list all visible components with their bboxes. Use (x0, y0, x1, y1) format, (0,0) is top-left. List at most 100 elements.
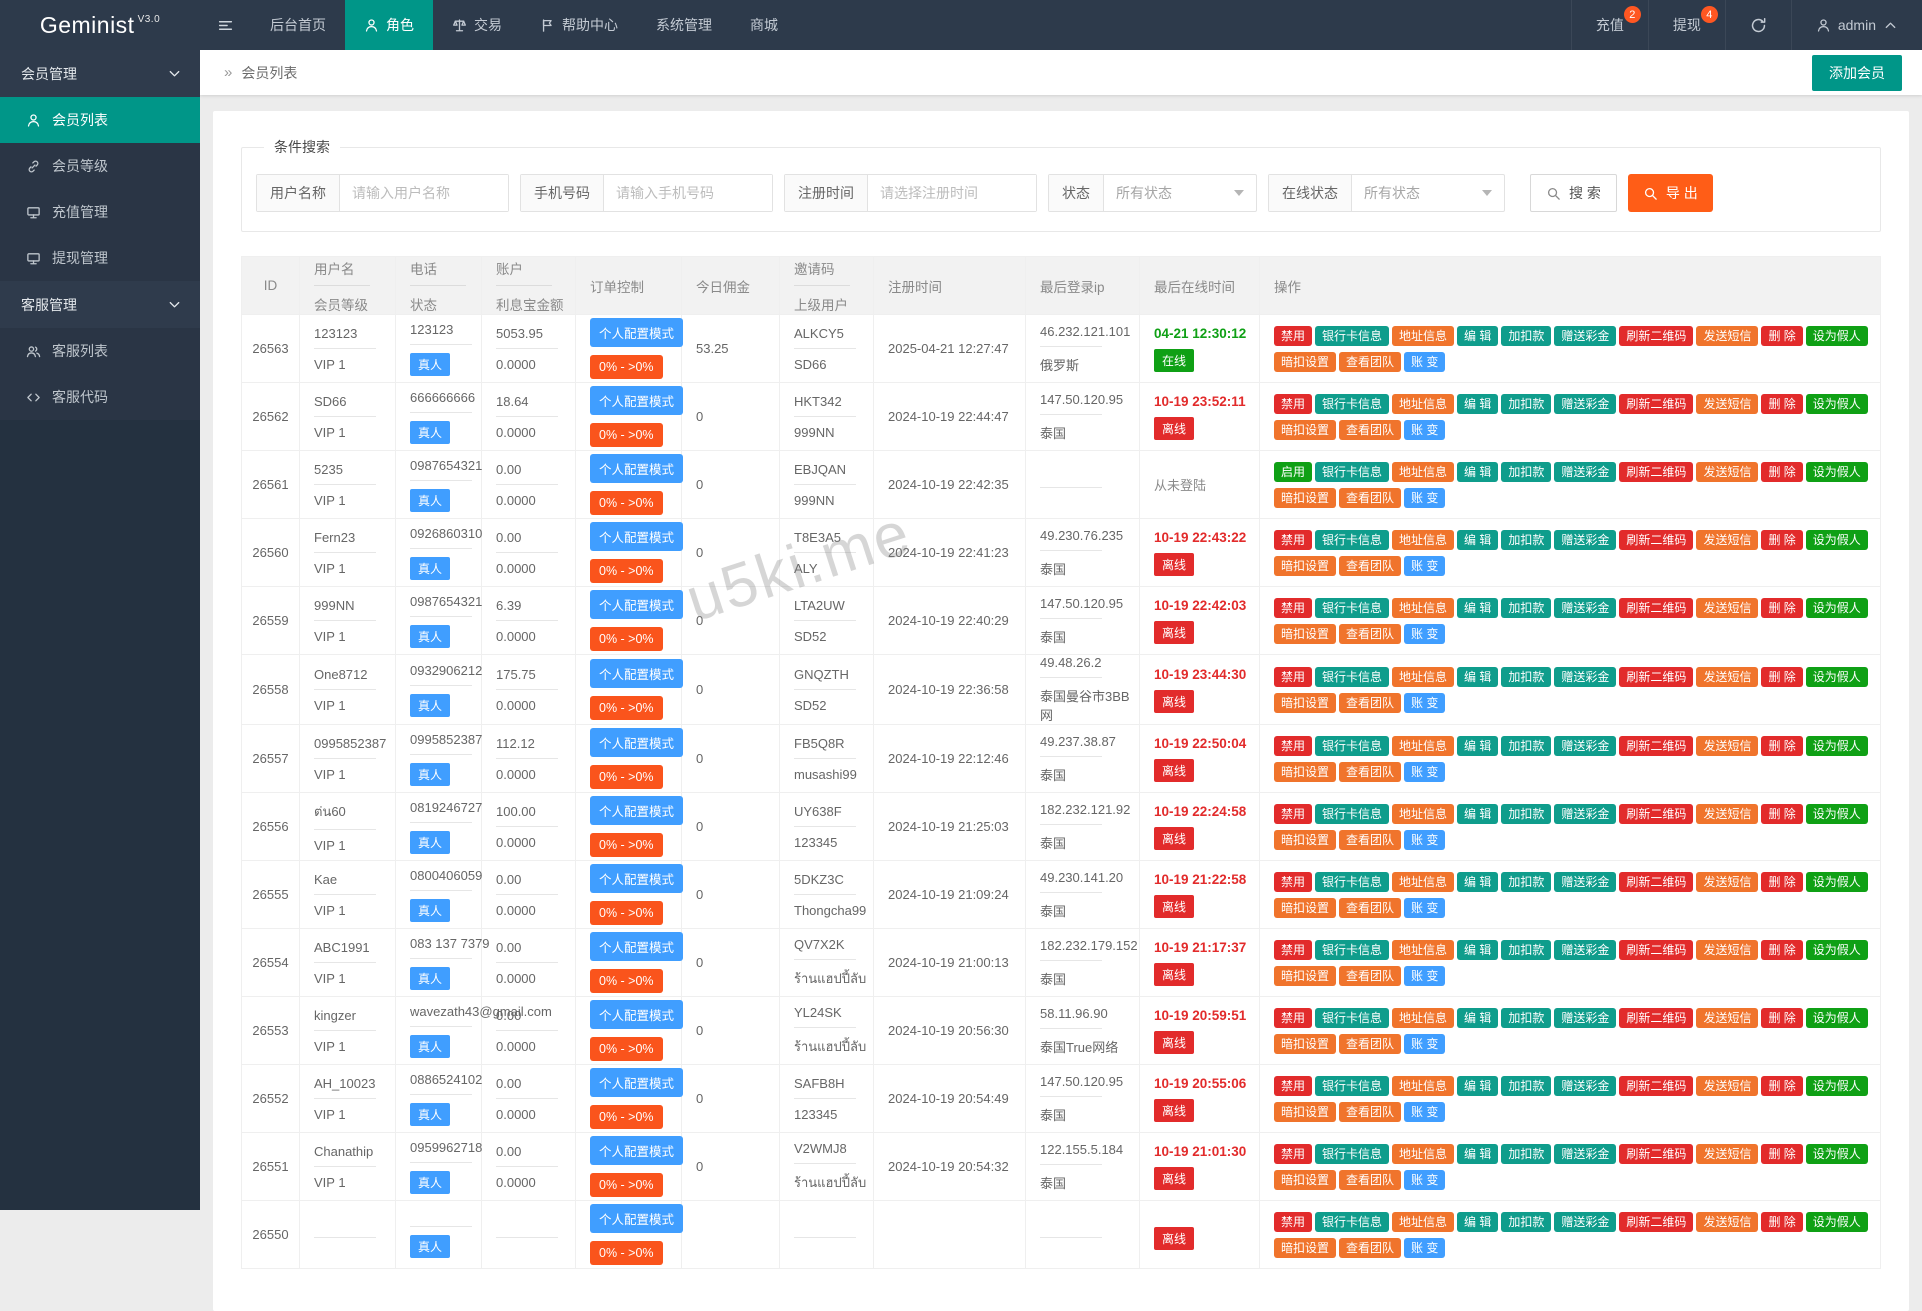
action-disable-button[interactable]: 禁用 (1274, 1212, 1312, 1232)
action-bank-card-info-button[interactable]: 银行卡信息 (1315, 804, 1389, 824)
phone-input[interactable] (604, 175, 772, 211)
action-refresh-qrcode-button[interactable]: 刷新二维码 (1619, 1076, 1693, 1096)
nav-item-system[interactable]: 系统管理 (637, 0, 731, 50)
action-disable-button[interactable]: 禁用 (1274, 940, 1312, 960)
action-delete-button[interactable]: 删 除 (1761, 598, 1802, 618)
action-edit-button[interactable]: 编 辑 (1457, 1008, 1498, 1028)
action-address-info-button[interactable]: 地址信息 (1392, 940, 1454, 960)
personal-config-mode-button[interactable]: 个人配置模式 (590, 1068, 683, 1097)
action-add-deduct-button[interactable]: 加扣款 (1501, 872, 1551, 892)
action-address-info-button[interactable]: 地址信息 (1392, 1008, 1454, 1028)
action-enable-button[interactable]: 启用 (1274, 462, 1312, 482)
percent-range-button[interactable]: 0% - >0% (590, 423, 663, 447)
action-account-change-button[interactable]: 账 变 (1404, 693, 1445, 713)
action-refresh-qrcode-button[interactable]: 刷新二维码 (1619, 667, 1693, 687)
action-send-sms-button[interactable]: 发送短信 (1696, 1008, 1758, 1028)
sidebar-item-member-level[interactable]: 会员等级 (0, 143, 200, 189)
action-delete-button[interactable]: 删 除 (1761, 326, 1802, 346)
action-account-change-button[interactable]: 账 变 (1404, 1034, 1445, 1054)
action-delete-button[interactable]: 删 除 (1761, 530, 1802, 550)
action-add-deduct-button[interactable]: 加扣款 (1501, 530, 1551, 550)
sidebar-item-withdraw-management[interactable]: 提现管理 (0, 235, 200, 281)
action-bank-card-info-button[interactable]: 银行卡信息 (1315, 667, 1389, 687)
action-send-sms-button[interactable]: 发送短信 (1696, 940, 1758, 960)
action-account-change-button[interactable]: 账 变 (1404, 1238, 1445, 1258)
personal-config-mode-button[interactable]: 个人配置模式 (590, 659, 683, 688)
percent-range-button[interactable]: 0% - >0% (590, 1105, 663, 1129)
action-view-team-button[interactable]: 查看团队 (1339, 1170, 1401, 1190)
action-gift-bonus-button[interactable]: 赠送彩金 (1554, 326, 1616, 346)
withdraw-notify-button[interactable]: 提现 4 (1648, 0, 1725, 50)
action-edit-button[interactable]: 编 辑 (1457, 462, 1498, 482)
personal-config-mode-button[interactable]: 个人配置模式 (590, 728, 683, 757)
action-delete-button[interactable]: 删 除 (1761, 940, 1802, 960)
action-view-team-button[interactable]: 查看团队 (1339, 1102, 1401, 1122)
action-address-info-button[interactable]: 地址信息 (1392, 326, 1454, 346)
sidebar-group-member-management[interactable]: 会员管理 (0, 50, 200, 97)
action-add-deduct-button[interactable]: 加扣款 (1501, 1008, 1551, 1028)
action-hidden-deduct-settings-button[interactable]: 暗扣设置 (1274, 830, 1336, 850)
action-refresh-qrcode-button[interactable]: 刷新二维码 (1619, 804, 1693, 824)
personal-config-mode-button[interactable]: 个人配置模式 (590, 522, 683, 551)
percent-range-button[interactable]: 0% - >0% (590, 627, 663, 651)
search-button[interactable]: 搜 索 (1530, 174, 1617, 212)
action-view-team-button[interactable]: 查看团队 (1339, 420, 1401, 440)
refresh-button[interactable] (1725, 0, 1791, 50)
action-refresh-qrcode-button[interactable]: 刷新二维码 (1619, 530, 1693, 550)
action-address-info-button[interactable]: 地址信息 (1392, 1212, 1454, 1232)
action-add-deduct-button[interactable]: 加扣款 (1501, 598, 1551, 618)
personal-config-mode-button[interactable]: 个人配置模式 (590, 454, 683, 483)
percent-range-button[interactable]: 0% - >0% (590, 491, 663, 515)
action-add-deduct-button[interactable]: 加扣款 (1501, 1212, 1551, 1232)
action-set-fake-button[interactable]: 设为假人 (1806, 872, 1868, 892)
action-send-sms-button[interactable]: 发送短信 (1696, 1076, 1758, 1096)
action-bank-card-info-button[interactable]: 银行卡信息 (1315, 394, 1389, 414)
action-set-fake-button[interactable]: 设为假人 (1806, 940, 1868, 960)
nav-item-help-center[interactable]: 帮助中心 (521, 0, 637, 50)
personal-config-mode-button[interactable]: 个人配置模式 (590, 1204, 683, 1233)
action-account-change-button[interactable]: 账 变 (1404, 898, 1445, 918)
action-gift-bonus-button[interactable]: 赠送彩金 (1554, 462, 1616, 482)
action-send-sms-button[interactable]: 发送短信 (1696, 1144, 1758, 1164)
action-refresh-qrcode-button[interactable]: 刷新二维码 (1619, 326, 1693, 346)
percent-range-button[interactable]: 0% - >0% (590, 355, 663, 379)
action-delete-button[interactable]: 删 除 (1761, 667, 1802, 687)
action-hidden-deduct-settings-button[interactable]: 暗扣设置 (1274, 966, 1336, 986)
action-edit-button[interactable]: 编 辑 (1457, 1144, 1498, 1164)
action-edit-button[interactable]: 编 辑 (1457, 872, 1498, 892)
action-view-team-button[interactable]: 查看团队 (1339, 693, 1401, 713)
action-address-info-button[interactable]: 地址信息 (1392, 394, 1454, 414)
action-disable-button[interactable]: 禁用 (1274, 598, 1312, 618)
action-view-team-button[interactable]: 查看团队 (1339, 1034, 1401, 1054)
sidebar-collapse-button[interactable] (200, 0, 251, 50)
action-add-deduct-button[interactable]: 加扣款 (1501, 1144, 1551, 1164)
action-account-change-button[interactable]: 账 变 (1404, 624, 1445, 644)
action-set-fake-button[interactable]: 设为假人 (1806, 598, 1868, 618)
action-add-deduct-button[interactable]: 加扣款 (1501, 940, 1551, 960)
action-gift-bonus-button[interactable]: 赠送彩金 (1554, 1144, 1616, 1164)
action-add-deduct-button[interactable]: 加扣款 (1501, 736, 1551, 756)
action-send-sms-button[interactable]: 发送短信 (1696, 530, 1758, 550)
action-gift-bonus-button[interactable]: 赠送彩金 (1554, 598, 1616, 618)
action-view-team-button[interactable]: 查看团队 (1339, 624, 1401, 644)
username-input[interactable] (340, 175, 508, 211)
action-account-change-button[interactable]: 账 变 (1404, 1170, 1445, 1190)
action-address-info-button[interactable]: 地址信息 (1392, 462, 1454, 482)
reg-time-input[interactable] (868, 175, 1036, 211)
action-send-sms-button[interactable]: 发送短信 (1696, 1212, 1758, 1232)
action-disable-button[interactable]: 禁用 (1274, 736, 1312, 756)
action-delete-button[interactable]: 删 除 (1761, 1076, 1802, 1096)
action-account-change-button[interactable]: 账 变 (1404, 762, 1445, 782)
action-gift-bonus-button[interactable]: 赠送彩金 (1554, 394, 1616, 414)
action-refresh-qrcode-button[interactable]: 刷新二维码 (1619, 1008, 1693, 1028)
action-address-info-button[interactable]: 地址信息 (1392, 804, 1454, 824)
action-edit-button[interactable]: 编 辑 (1457, 667, 1498, 687)
action-gift-bonus-button[interactable]: 赠送彩金 (1554, 736, 1616, 756)
action-view-team-button[interactable]: 查看团队 (1339, 966, 1401, 986)
action-refresh-qrcode-button[interactable]: 刷新二维码 (1619, 872, 1693, 892)
action-set-fake-button[interactable]: 设为假人 (1806, 1212, 1868, 1232)
nav-item-mall[interactable]: 商城 (731, 0, 797, 50)
action-delete-button[interactable]: 删 除 (1761, 462, 1802, 482)
action-gift-bonus-button[interactable]: 赠送彩金 (1554, 530, 1616, 550)
action-address-info-button[interactable]: 地址信息 (1392, 1144, 1454, 1164)
